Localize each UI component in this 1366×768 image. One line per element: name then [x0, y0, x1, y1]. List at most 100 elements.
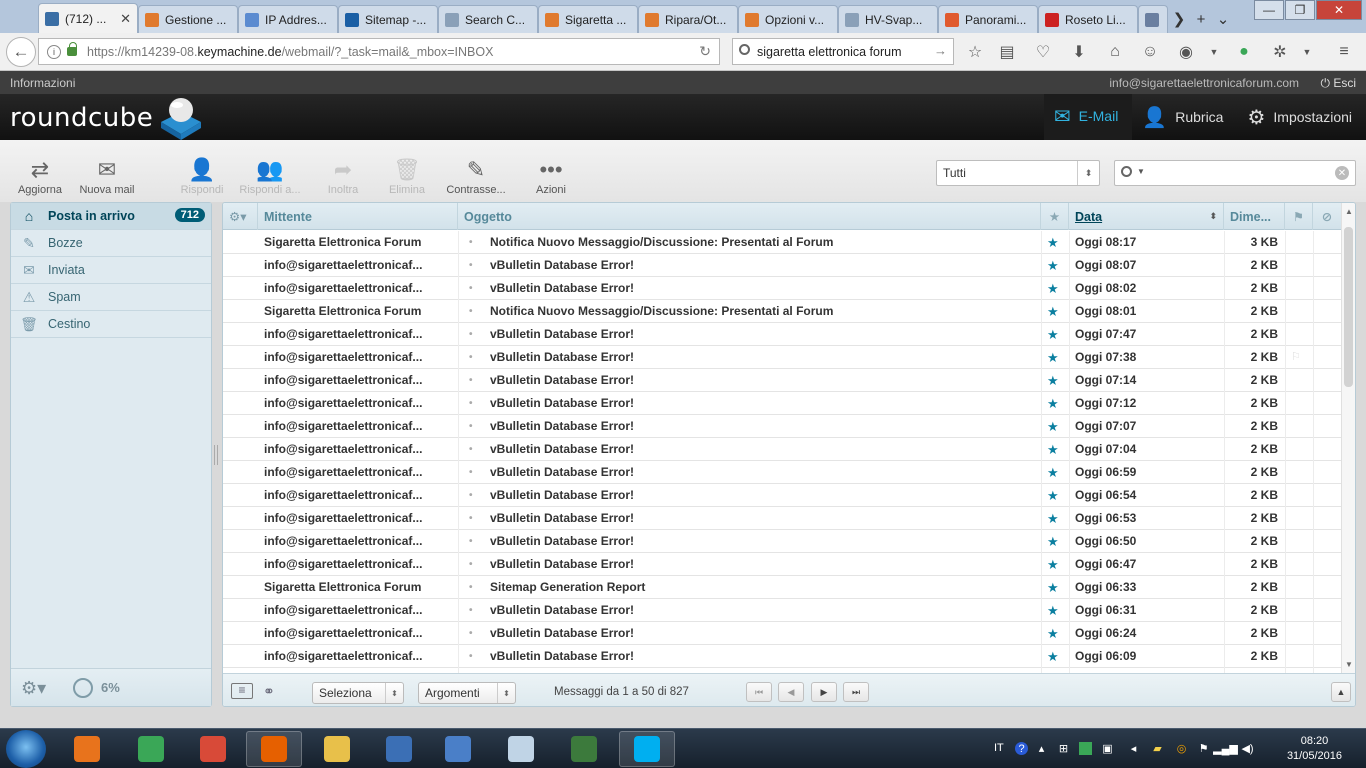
folder-actions-gear-icon[interactable]: ⚙▾ [21, 678, 46, 699]
home-icon[interactable]: ⌂ [1105, 42, 1125, 62]
browser-tab[interactable]: Search C... [438, 5, 538, 33]
folder-tray-icon[interactable]: ▰ [1151, 742, 1164, 755]
browser-tab[interactable]: Sigaretta ... [538, 5, 638, 33]
folder-item[interactable]: 🗑 Cestino [11, 311, 211, 338]
site-info-icon[interactable]: i [47, 44, 61, 59]
flag-icon[interactable]: ⚑ [1197, 742, 1210, 755]
message-row[interactable]: Sigaretta Elettronica Forum • Notifica Nuo… [223, 300, 1341, 323]
star-icon[interactable]: ★ [1047, 553, 1061, 576]
compose-button[interactable]: ✉ Nuova mail [74, 156, 140, 198]
select-menu[interactable]: Seleziona ⬍ [312, 682, 404, 704]
star-icon[interactable]: ★ [1047, 277, 1061, 300]
column-flag-icon[interactable]: ⚑ [1285, 203, 1313, 230]
threads-icon[interactable]: ⚭ [263, 683, 275, 700]
task-contacts[interactable]: 👤 Rubrica [1132, 94, 1237, 140]
system-clock[interactable]: 08:20 31/05/2016 [1287, 734, 1342, 764]
back-button[interactable]: ← [6, 37, 36, 67]
list-options-gear-icon[interactable]: ⚙▾ [223, 203, 258, 230]
browser-tab[interactable]: Panorami... [938, 5, 1038, 33]
extension-icon[interactable]: ◉ [1176, 42, 1196, 62]
message-row[interactable]: info@sigarettaelettronicaf... • vBulletin … [223, 438, 1341, 461]
language-indicator[interactable]: IT [994, 742, 1004, 754]
scroll-down-icon[interactable]: ▼ [1345, 660, 1353, 669]
star-icon[interactable]: ★ [1047, 622, 1061, 645]
reading-list-icon[interactable]: ▤ [997, 42, 1017, 62]
browser-tab[interactable]: Opzioni v... [738, 5, 838, 33]
maximize-button[interactable]: ❐ [1285, 0, 1315, 20]
folder-item[interactable]: ✎ Bozze [11, 230, 211, 257]
folder-item[interactable]: ⌂ Posta in arrivo 712 [11, 203, 211, 230]
message-row[interactable]: info@sigarettaelettronicaf... • vBulletin … [223, 415, 1341, 438]
star-icon[interactable]: ★ [1047, 415, 1061, 438]
star-icon[interactable]: ★ [1047, 346, 1061, 369]
tab-scroll-right-icon[interactable]: ❯ [1168, 5, 1190, 33]
refresh-button[interactable]: ⇄ Aggiorna [14, 156, 66, 198]
column-attachment-icon[interactable]: ⊘ [1313, 203, 1341, 230]
minimize-button[interactable]: — [1254, 0, 1284, 20]
close-tab-icon[interactable]: ✕ [120, 11, 131, 27]
star-icon[interactable]: ★ [1047, 645, 1061, 668]
reload-icon[interactable]: ↻ [699, 43, 711, 60]
star-icon[interactable]: ★ [1047, 231, 1061, 254]
taskbar-app[interactable] [430, 731, 486, 767]
task-settings[interactable]: ⚙ Impostazioni [1237, 94, 1366, 140]
browser-search-input[interactable]: sigaretta elettronica forum → [732, 38, 954, 65]
logout-link[interactable]: ⏻ Esci [1321, 76, 1357, 91]
reply-button[interactable]: 👤 Rispondi [174, 156, 230, 198]
delete-button[interactable]: 🗑 Elimina [384, 156, 430, 198]
message-row[interactable]: info@sigarettaelettronicaf... • vBulletin … [223, 622, 1341, 645]
star-icon[interactable]: ★ [1047, 507, 1061, 530]
star-icon[interactable]: ★ [1047, 438, 1061, 461]
chevron-down-icon[interactable]: ▼ [1297, 42, 1317, 62]
taskbar-app[interactable] [246, 731, 302, 767]
message-row[interactable]: info@sigarettaelettronicaf... • vBulletin … [223, 530, 1341, 553]
windows-logo-icon[interactable]: ⊞ [1057, 742, 1070, 755]
threads-menu[interactable]: Argomenti ⬍ [418, 682, 516, 704]
star-icon[interactable]: ★ [1047, 369, 1061, 392]
star-icon[interactable]: ★ [1047, 254, 1061, 277]
windows-start-button[interactable] [6, 730, 46, 768]
star-icon[interactable]: ★ [1047, 576, 1061, 599]
close-window-button[interactable]: ✕ [1316, 0, 1362, 20]
message-row[interactable]: info@sigarettaelettronicaf... • vBulletin … [223, 599, 1341, 622]
message-row[interactable]: Sigaretta Elettronica Forum • Notifica Nuo… [223, 231, 1341, 254]
mark-button[interactable]: ✎ Contrasse... [442, 156, 510, 198]
message-row[interactable]: info@sigarettaelettronicaf... • vBulletin … [223, 645, 1341, 668]
clear-search-icon[interactable]: ✕ [1335, 166, 1349, 180]
taskbar-app[interactable] [493, 731, 549, 767]
message-row[interactable]: info@sigarettaelettronicaf... • vBulletin … [223, 553, 1341, 576]
pane-splitter[interactable] [214, 445, 218, 465]
security-icon[interactable] [1079, 742, 1092, 755]
addon-green-icon[interactable]: ● [1234, 42, 1254, 62]
bookmark-star-icon[interactable]: ☆ [965, 42, 985, 62]
hello-icon[interactable]: ☺ [1140, 42, 1160, 62]
taskbar-app[interactable] [123, 731, 179, 767]
download-icon[interactable]: ⬇ [1069, 42, 1089, 62]
message-row[interactable]: info@sigarettaelettronicaf... • vBulletin … [223, 277, 1341, 300]
column-subject[interactable]: Oggetto [458, 203, 1041, 230]
last-page-button[interactable]: ⏭ [843, 682, 869, 702]
message-row[interactable]: info@sigarettaelettronicaf... • vBulletin … [223, 369, 1341, 392]
star-icon[interactable]: ★ [1047, 461, 1061, 484]
network-signal-icon[interactable]: ▂▄▆ [1213, 742, 1238, 755]
reply-all-button[interactable]: 👥 Rispondi a... [234, 156, 306, 198]
folder-item[interactable]: ⚠ Spam [11, 284, 211, 311]
forward-button[interactable]: ➦ Inoltra [318, 156, 368, 198]
first-page-button[interactable]: ⏮ [746, 682, 772, 702]
folder-item[interactable]: ✉ Inviata [11, 257, 211, 284]
taskbar-app[interactable] [309, 731, 365, 767]
search-options-chevron-icon[interactable]: ▼ [1137, 167, 1145, 176]
message-row[interactable]: info@sigarettaelettronicaf... • vBulletin … [223, 484, 1341, 507]
message-list-scrollbar[interactable]: ▲ ▼ [1341, 203, 1355, 673]
new-tab-icon[interactable]: + [1190, 5, 1212, 33]
previous-page-button[interactable]: ◀ [778, 682, 804, 702]
roundcube-logo[interactable]: roundcube [10, 98, 205, 140]
star-icon[interactable]: ★ [1047, 323, 1061, 346]
column-size[interactable]: Dime... [1224, 203, 1285, 230]
speaker-icon[interactable]: ◀) [1241, 742, 1254, 755]
message-row[interactable]: info@sigarettaelettronicaf... • vBulletin … [223, 254, 1341, 277]
help-icon[interactable]: ? [1015, 742, 1028, 755]
browser-tab[interactable]: Ripara/Ot... [638, 5, 738, 33]
star-icon[interactable]: ★ [1047, 392, 1061, 415]
pocket-icon[interactable]: ♡ [1033, 42, 1053, 62]
